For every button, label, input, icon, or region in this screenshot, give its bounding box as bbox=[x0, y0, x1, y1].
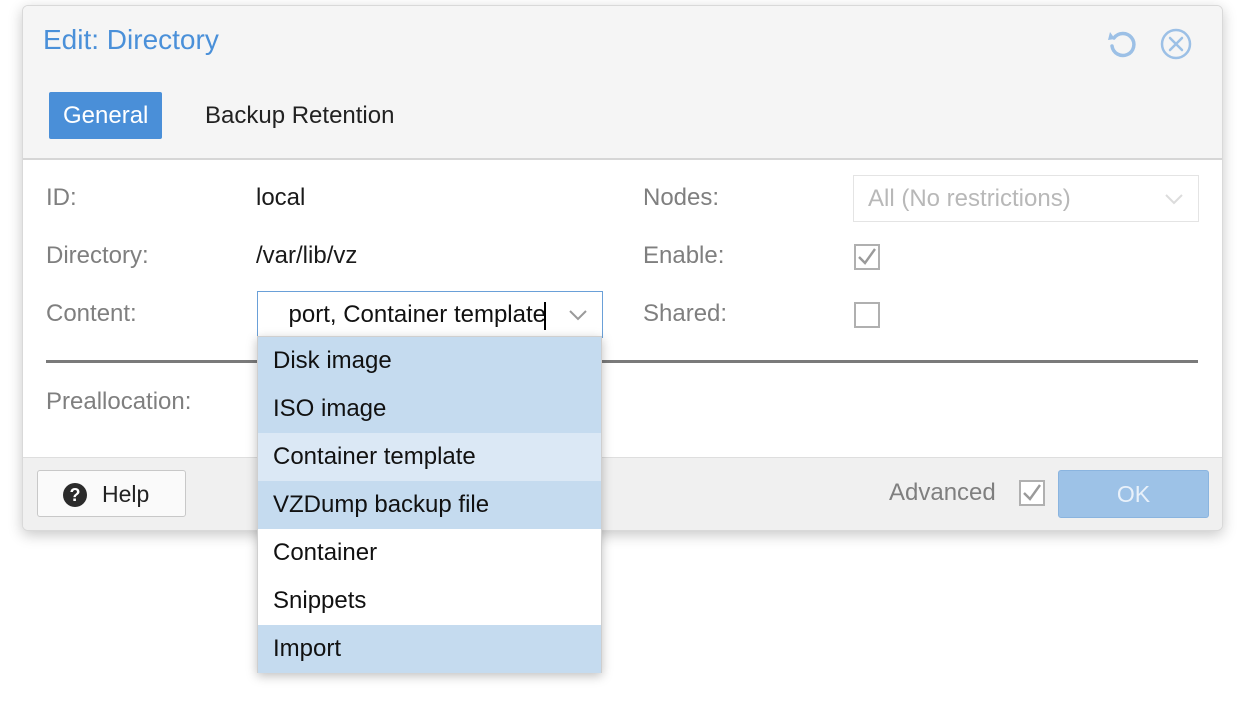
option-disk-image[interactable]: Disk image bbox=[258, 337, 601, 385]
directory-label: Directory: bbox=[46, 242, 149, 269]
chevron-down-icon[interactable] bbox=[568, 309, 588, 321]
option-iso-image[interactable]: ISO image bbox=[258, 385, 601, 433]
content-label: Content: bbox=[46, 300, 137, 327]
preallocation-label: Preallocation: bbox=[46, 388, 192, 415]
text-caret bbox=[544, 302, 546, 330]
advanced-divider bbox=[46, 360, 1198, 363]
nodes-value: All (No restrictions) bbox=[868, 185, 1071, 212]
content-combobox[interactable]: port, Container template bbox=[257, 291, 603, 338]
advanced-label: Advanced bbox=[889, 479, 996, 506]
option-import[interactable]: Import bbox=[258, 625, 601, 673]
help-button-label: Help bbox=[102, 481, 150, 507]
content-dropdown-list: Disk image ISO image Container template … bbox=[257, 336, 602, 673]
dialog-footer: ? Help Advanced OK bbox=[23, 457, 1222, 530]
directory-value: /var/lib/vz bbox=[256, 242, 358, 269]
advanced-checkbox[interactable] bbox=[1019, 480, 1045, 506]
dialog-title: Edit: Directory bbox=[43, 24, 219, 55]
edit-directory-dialog: Edit: Directory General Backup Retention… bbox=[22, 5, 1223, 531]
dialog-header: Edit: Directory General Backup Retention bbox=[23, 6, 1222, 160]
question-icon: ? bbox=[63, 483, 87, 507]
id-label: ID: bbox=[46, 184, 77, 211]
option-container-template[interactable]: Container template bbox=[258, 433, 601, 481]
enable-label: Enable: bbox=[643, 242, 725, 269]
shared-label: Shared: bbox=[643, 300, 728, 327]
id-value: local bbox=[256, 184, 306, 211]
tab-backup-retention[interactable]: Backup Retention bbox=[191, 92, 408, 139]
help-button[interactable]: ? Help bbox=[37, 470, 186, 517]
nodes-label: Nodes: bbox=[643, 184, 720, 211]
tab-general[interactable]: General bbox=[49, 92, 163, 139]
ok-button[interactable]: OK bbox=[1058, 470, 1209, 518]
content-input[interactable]: port, Container template bbox=[289, 301, 546, 329]
option-snippets[interactable]: Snippets bbox=[258, 577, 601, 625]
shared-checkbox[interactable] bbox=[854, 302, 880, 328]
option-vzdump-backup-file[interactable]: VZDump backup file bbox=[258, 481, 601, 529]
option-container[interactable]: Container bbox=[258, 529, 601, 577]
close-icon[interactable] bbox=[1159, 27, 1193, 61]
enable-checkbox[interactable] bbox=[854, 244, 880, 270]
reset-icon[interactable] bbox=[1105, 27, 1139, 61]
chevron-down-icon bbox=[1164, 193, 1184, 205]
nodes-combobox: All (No restrictions) bbox=[853, 175, 1199, 222]
